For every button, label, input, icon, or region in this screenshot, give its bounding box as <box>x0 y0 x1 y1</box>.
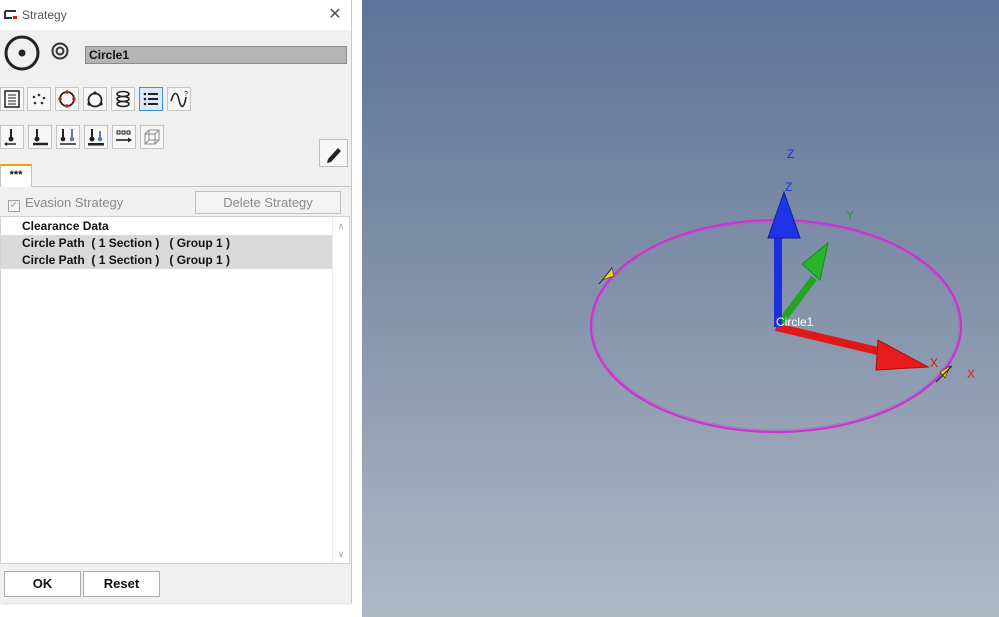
edit-button[interactable] <box>319 139 348 167</box>
svg-text:?: ? <box>184 91 188 98</box>
circle-target-icon[interactable] <box>55 87 79 111</box>
window-title: Strategy <box>22 8 67 22</box>
points-icon[interactable] <box>27 87 51 111</box>
path-start-marker <box>598 267 615 285</box>
z-axis-label-outer: Z <box>787 147 794 161</box>
checkbox-check-icon: ✓ <box>8 200 20 212</box>
bullet-list-icon[interactable] <box>139 87 163 111</box>
close-icon[interactable]: ✕ <box>327 5 343 25</box>
stack-icon[interactable] <box>111 87 135 111</box>
feature-name-field[interactable]: Circle1 <box>85 46 347 64</box>
probe-double-icon[interactable] <box>56 125 80 149</box>
probe-shaded-icon[interactable] <box>84 125 108 149</box>
scroll-down-icon[interactable]: ∨ <box>336 549 346 559</box>
wave-help-icon[interactable]: ? <box>167 87 191 111</box>
circle-points-icon[interactable] <box>83 87 107 111</box>
list-item-clearance-data[interactable]: Clearance Data <box>1 218 334 235</box>
panel-separator <box>352 0 362 617</box>
wire-cube-icon[interactable] <box>140 125 164 149</box>
list-scrollbar[interactable]: ∧ ∨ <box>332 217 349 563</box>
evasion-strategy-checkbox[interactable]: ✓ Evasion Strategy <box>8 195 124 212</box>
probe-right-icon[interactable] <box>28 125 52 149</box>
x-axis-arrow <box>775 323 930 371</box>
tab-strategy[interactable]: *** <box>0 164 32 187</box>
concentric-circle-icon[interactable] <box>51 42 69 60</box>
evasion-strategy-label: Evasion Strategy <box>25 195 124 210</box>
feature-label-circle1: Circle1 <box>776 315 814 329</box>
y-axis-arrow <box>775 241 829 329</box>
probe-left-icon[interactable] <box>0 125 24 149</box>
scroll-up-icon[interactable]: ∧ <box>336 221 346 231</box>
z-axis-label: Z <box>785 180 792 194</box>
tab-divider <box>32 186 351 187</box>
strategy-dialog: Strategy ✕ Circle1 ? *** ✓ Evasion Strat… <box>0 0 352 603</box>
strategy-list: Clearance Data Circle Path ( 1 Section )… <box>0 216 350 564</box>
reset-button[interactable]: Reset <box>83 571 160 597</box>
list-view-icon[interactable] <box>0 87 24 111</box>
x-axis-label-outer: X <box>967 367 975 381</box>
ok-button[interactable]: OK <box>4 571 81 597</box>
list-item-circle-path[interactable]: Circle Path ( 1 Section ) ( Group 1 ) <box>1 235 334 252</box>
move-points-icon[interactable] <box>112 125 136 149</box>
pencil-icon <box>327 148 341 163</box>
y-axis-label: Y <box>846 208 854 222</box>
delete-strategy-button[interactable]: Delete Strategy <box>195 191 341 214</box>
x-axis-label: X <box>930 356 938 370</box>
3d-viewport[interactable]: Z Z Y X X Circle1 <box>362 0 999 617</box>
strategy-app-icon <box>4 10 17 19</box>
circle-feature-icon <box>4 35 40 71</box>
title-bar: Strategy ✕ <box>0 0 351 30</box>
list-item-circle-path[interactable]: Circle Path ( 1 Section ) ( Group 1 ) <box>1 252 334 269</box>
